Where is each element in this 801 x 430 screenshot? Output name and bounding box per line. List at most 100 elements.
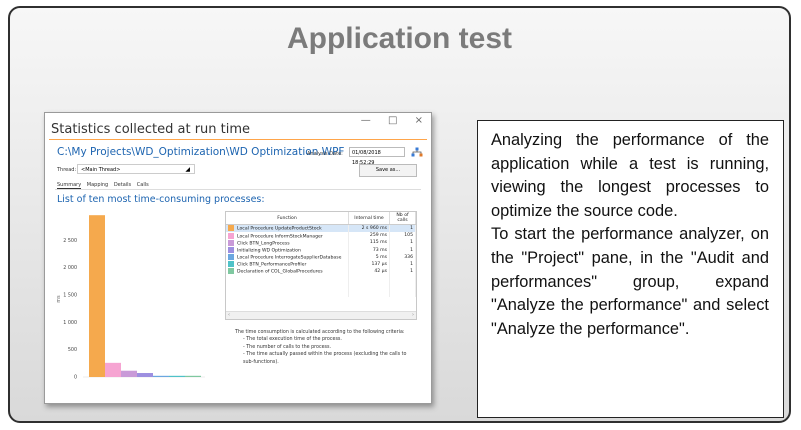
table-row[interactable]: Click BTN_PerformanceProfiler 137 µs 1 [226,260,416,269]
function-name: Click BTN_PerformanceProfiler [237,262,307,268]
title-divider [49,139,427,140]
empty-cell [226,275,349,283]
table-row[interactable]: Local Procedure InformStockManager 259 ms… [226,232,416,240]
empty-row [226,282,416,290]
column-internal-time[interactable]: Internal time [348,212,390,225]
function-cell: Initializing WD Optimization [226,246,349,254]
function-name: Local Procedure InformStockManager [237,234,323,240]
internal-time-cell: 137 µs [348,260,390,269]
tab-details[interactable]: Details [114,182,131,188]
empty-cell [348,289,390,297]
chart-bar[interactable] [121,370,137,377]
internal-time-cell: 42 µs [348,268,390,276]
empty-cell [348,282,390,290]
y-tick-label: 2 500 [63,238,77,244]
function-cell: Click BTN_PerformanceProfiler [226,260,349,269]
description-paragraph: To start the performance analyzer, on th… [491,225,769,338]
save-as-button[interactable]: Save as... [359,164,417,177]
function-cell: Click BTN_LongProcess [226,239,349,247]
color-swatch [228,246,234,253]
function-cell: Local Procedure InterrogateSupplierDatab… [226,253,349,261]
chart-bar[interactable] [137,373,153,377]
description-paragraph: Analyzing the performance of the applica… [491,131,769,220]
color-swatch [228,225,234,232]
tab-calls[interactable]: Calls [137,182,149,188]
time-bar-chart: 2 500 2 000 1 500 1 000 500 0 ms [57,215,205,381]
process-table: Function Internal time Nb of calls Local… [226,212,416,297]
table-row[interactable]: Local Procedure UpdateProductStock 2 s 96… [226,224,416,233]
empty-row [226,289,416,297]
function-name: Local Procedure InterrogateSupplierDatab… [237,255,342,261]
empty-cell [226,289,349,297]
network-icon[interactable] [411,147,423,157]
calls-cell: 1 [389,260,416,269]
empty-cell [389,289,416,297]
criteria-item: - The time actually passed within the pr… [243,352,407,365]
table-row[interactable]: Click BTN_LongProcess 115 ms 1 [226,239,416,247]
page-title: Application test [286,22,512,55]
function-name: Declaration of COL_GlobalProcedures [237,269,323,275]
maximize-icon[interactable]: □ [388,115,397,126]
empty-cell [389,282,416,290]
y-tick-label: 1 500 [63,293,77,299]
description-box: Analyzing the performance of the applica… [477,120,784,418]
y-tick-label: 0 [74,375,77,381]
calls-cell: 336 [389,253,416,261]
slide-frame: Application test — □ × Statistics collec… [8,6,791,423]
analysis-date-label: Analysis Date: [307,151,343,157]
column-calls[interactable]: Nb of calls [389,212,416,225]
scroll-right-icon[interactable]: › [412,312,414,318]
chart-bar[interactable] [89,215,105,377]
minimize-icon[interactable]: — [361,115,371,126]
color-swatch [228,232,234,239]
dropdown-icon: ◢ [185,166,190,173]
criteria-intro: The time consumption is calculated accor… [235,330,405,335]
column-function[interactable]: Function [226,212,349,225]
function-cell: Declaration of COL_GlobalProcedures [226,268,349,276]
chart-bar[interactable] [105,362,121,377]
empty-cell [389,275,416,283]
tab-mapping[interactable]: Mapping [87,182,108,188]
section-heading: List of ten most time-consuming processe… [57,194,265,205]
y-tick-label: 500 [68,347,77,353]
chart-bar[interactable] [153,375,169,377]
window-title: Statistics collected at run time [51,122,251,137]
criteria-item: - The total execution time of the proces… [243,337,342,343]
close-icon[interactable]: × [415,115,423,126]
table-row[interactable]: Declaration of COL_GlobalProcedures 42 µs… [226,268,416,276]
calls-cell: 1 [389,224,416,233]
internal-time-cell: 5 ms [348,253,390,261]
color-swatch [228,268,234,275]
thread-value: <Main Thread> [81,167,121,173]
criteria-item: - The number of calls to the process. [243,344,332,350]
process-table-panel: Function Internal time Nb of calls Local… [225,211,417,320]
criteria-note: The time consumption is calculated accor… [235,329,413,366]
table-row[interactable]: Initializing WD Optimization 73 ms 1 [226,246,416,254]
analysis-date-field[interactable]: 01/08/2018 18:52:29 [349,147,405,166]
tab-divider [55,189,421,190]
function-cell: Local Procedure UpdateProductStock [226,224,349,233]
y-tick-label: 1 000 [63,320,77,326]
color-swatch [228,239,234,246]
table-row[interactable]: Local Procedure InterrogateSupplierDatab… [226,253,416,261]
chart-bar[interactable] [169,375,185,377]
empty-cell [348,275,390,283]
scroll-left-icon[interactable]: ‹ [228,312,230,318]
tab-summary[interactable]: Summary [57,182,82,189]
empty-row [226,275,416,283]
thread-label: Thread: [57,167,77,173]
chart-bar[interactable] [185,375,201,377]
function-cell: Local Procedure InformStockManager [226,232,349,240]
internal-time-cell: 73 ms [348,246,390,254]
internal-time-cell: 115 ms [348,239,390,247]
calls-cell: 1 [389,268,416,276]
function-name: Click BTN_LongProcess [237,241,290,247]
color-swatch [228,261,234,268]
statistics-window: — □ × Statistics collected at run time C… [44,112,432,404]
function-name: Initializing WD Optimization [237,248,301,254]
empty-cell [226,282,349,290]
calls-cell: 105 [389,232,416,240]
horizontal-scrollbar[interactable]: ‹ › [226,311,416,319]
color-swatch [228,254,234,261]
thread-select[interactable]: <Main Thread> ◢ [77,164,195,174]
